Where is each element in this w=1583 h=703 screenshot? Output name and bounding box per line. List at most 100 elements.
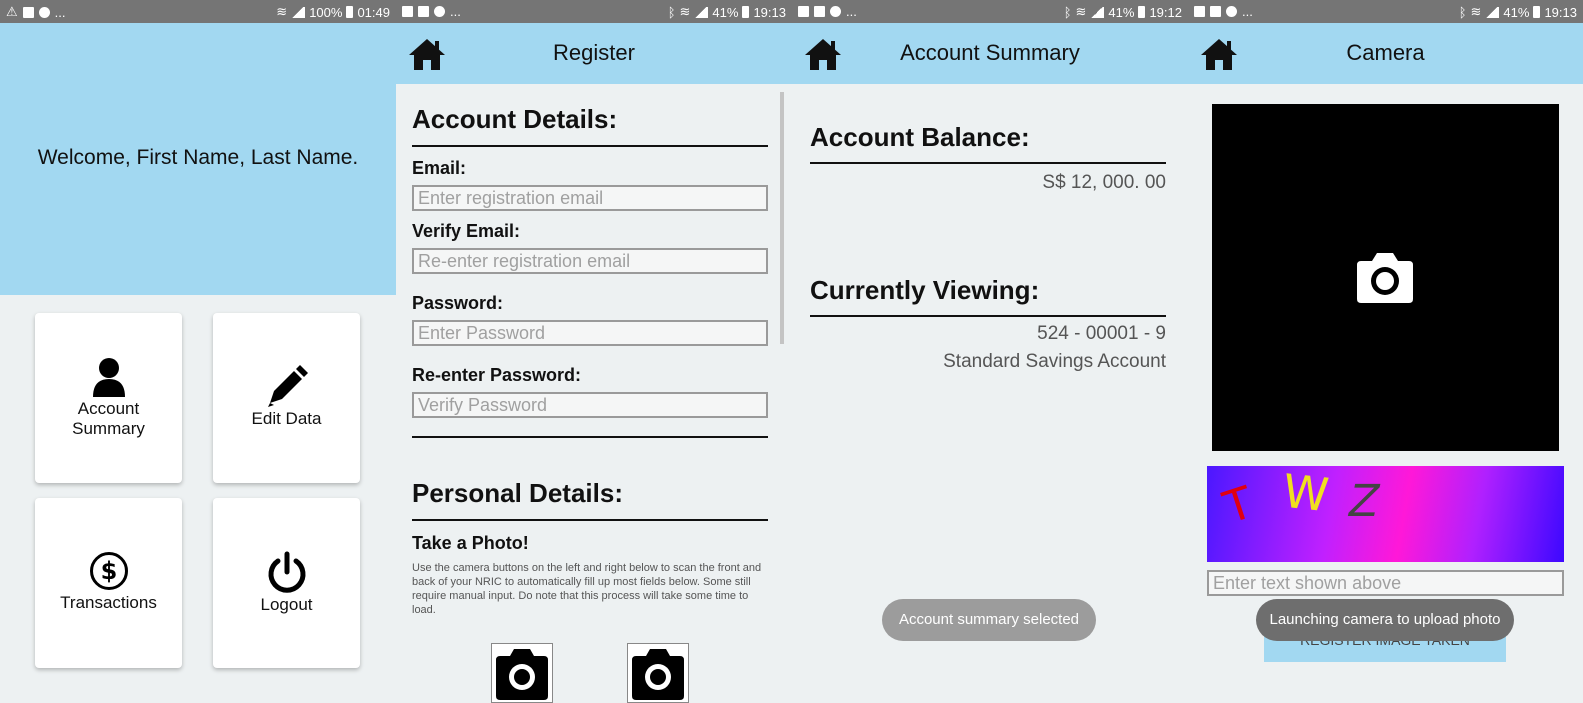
divider xyxy=(412,436,768,438)
signal-icon xyxy=(1485,6,1500,18)
welcome-text: Welcome, First Name, Last Name. xyxy=(37,146,359,169)
balance-value: S$ 12, 000. 00 xyxy=(1042,172,1166,193)
camera-icon xyxy=(1357,253,1413,303)
status-more: ... xyxy=(846,4,857,19)
battery-icon xyxy=(1138,6,1146,18)
camera-preview[interactable] xyxy=(1212,104,1559,451)
battery-level: 41% xyxy=(1503,4,1530,20)
status-time: 19:13 xyxy=(1544,4,1577,20)
battery-level: 41% xyxy=(712,4,739,20)
account-summary-label-line2: Summary xyxy=(72,419,145,438)
signal-icon xyxy=(1090,6,1105,18)
captcha-char: T xyxy=(1217,477,1260,534)
camera-icon xyxy=(496,649,548,700)
battery-icon xyxy=(346,6,354,18)
verify-email-label: Verify Email: xyxy=(412,221,521,241)
camera-icon xyxy=(632,649,684,700)
status-time: 19:12 xyxy=(1149,4,1182,20)
battery-level: 41% xyxy=(1108,4,1135,20)
signal-icon xyxy=(291,6,306,18)
registration-form: Account Details: Email: Enter registrati… xyxy=(412,100,768,617)
image-icon xyxy=(1194,6,1205,17)
battery-icon xyxy=(742,6,750,18)
divider xyxy=(810,315,1166,317)
wifi-icon: ≋ xyxy=(1075,4,1087,19)
logout-label: Logout xyxy=(260,595,313,614)
sync-icon xyxy=(1226,6,1237,17)
currently-viewing-heading: Currently Viewing: xyxy=(810,275,1040,305)
email-label: Email: xyxy=(412,158,467,178)
account-details-heading: Account Details: xyxy=(412,104,618,134)
verify-email-field[interactable]: Re-enter registration email xyxy=(412,248,768,274)
bluetooth-icon: ᛒ xyxy=(1458,4,1467,20)
facebook-icon xyxy=(814,6,825,17)
sync-icon xyxy=(38,6,50,18)
edit-data-label: Edit Data xyxy=(251,409,322,428)
account-balance-heading: Account Balance: xyxy=(810,122,1030,152)
bluetooth-icon: ᛒ xyxy=(667,4,676,20)
image-icon xyxy=(22,6,34,18)
page-title: Account Summary xyxy=(900,40,1080,65)
bluetooth-icon: ᛒ xyxy=(1063,4,1072,20)
account-summary-tile[interactable]: Account Summary xyxy=(35,313,182,483)
account-summary-label-line1: Account xyxy=(77,399,140,418)
viewing-section: Currently Viewing: 524 - 00001 - 9 Stand… xyxy=(810,275,1166,373)
captcha-image: T W Z xyxy=(1207,466,1564,562)
signal-icon xyxy=(694,6,709,18)
balance-section: Account Balance: S$ 12, 000. 00 xyxy=(810,122,1166,194)
divider xyxy=(412,519,768,521)
battery-level: 100% xyxy=(309,4,343,20)
register-screen: ... ᛒ ≋ 41% 19:13 Register Account Detai… xyxy=(396,0,792,703)
wifi-icon: ≋ xyxy=(1470,4,1482,19)
sync-icon xyxy=(434,6,445,17)
page-title: Register xyxy=(553,40,635,65)
facebook-icon xyxy=(1210,6,1221,17)
divider xyxy=(810,162,1166,164)
scan-back-nric-button[interactable] xyxy=(627,643,689,703)
captcha-char: Z xyxy=(1343,476,1385,527)
edit-data-tile[interactable]: Edit Data xyxy=(213,313,360,483)
home-screen: ⚠ ... ≋ 100% 01:49 Welcome, First Name, … xyxy=(0,0,396,703)
pencil-icon xyxy=(267,365,308,407)
scan-front-nric-button[interactable] xyxy=(491,643,553,703)
scrollbar[interactable] xyxy=(780,92,784,344)
divider xyxy=(412,145,768,147)
status-more: ... xyxy=(54,4,66,20)
password-field[interactable]: Enter Password xyxy=(412,320,768,346)
status-time: 19:13 xyxy=(753,4,786,20)
page-title: Camera xyxy=(1346,40,1425,65)
warning-icon: ⚠ xyxy=(6,4,18,19)
photo-instructions: Use the camera buttons on the left and r… xyxy=(412,562,762,616)
status-bar: ... ᛒ ≋ 41% 19:13 xyxy=(396,0,792,23)
wifi-icon: ≋ xyxy=(679,4,691,19)
captcha-char: W xyxy=(1280,466,1332,523)
reenter-password-field[interactable]: Verify Password xyxy=(412,392,768,418)
account-number: 524 - 00001 - 9 xyxy=(1037,323,1166,344)
app-bar: Camera xyxy=(1188,23,1583,84)
camera-screen: ... ᛒ ≋ 41% 19:13 Camera T W Z Enter tex… xyxy=(1188,0,1583,703)
app-bar: Register xyxy=(396,23,792,84)
battery-icon xyxy=(1533,6,1541,18)
status-more: ... xyxy=(1242,4,1253,19)
image-icon xyxy=(798,6,809,17)
personal-details-heading: Personal Details: xyxy=(412,478,623,508)
facebook-icon xyxy=(418,6,429,17)
app-bar: Account Summary xyxy=(792,23,1188,84)
toast-message: Account summary selected xyxy=(882,599,1096,641)
logout-tile[interactable]: Logout xyxy=(213,498,360,668)
status-time: 01:49 xyxy=(357,4,390,20)
account-type: Standard Savings Account xyxy=(943,351,1166,372)
transactions-label: Transactions xyxy=(60,593,157,612)
status-more: ... xyxy=(450,4,461,19)
image-icon xyxy=(402,6,413,17)
captcha-input[interactable]: Enter text shown above xyxy=(1207,570,1564,596)
transactions-tile[interactable]: $ Transactions xyxy=(35,498,182,668)
password-label: Password: xyxy=(412,293,504,313)
email-field[interactable]: Enter registration email xyxy=(412,185,768,211)
wifi-icon: ≋ xyxy=(276,4,288,19)
take-photo-heading: Take a Photo! xyxy=(412,533,529,553)
person-icon xyxy=(92,358,125,397)
status-bar: ⚠ ... ≋ 100% 01:49 xyxy=(0,0,396,23)
status-bar: ... ᛒ ≋ 41% 19:13 xyxy=(1188,0,1583,23)
svg-text:$: $ xyxy=(100,557,117,585)
